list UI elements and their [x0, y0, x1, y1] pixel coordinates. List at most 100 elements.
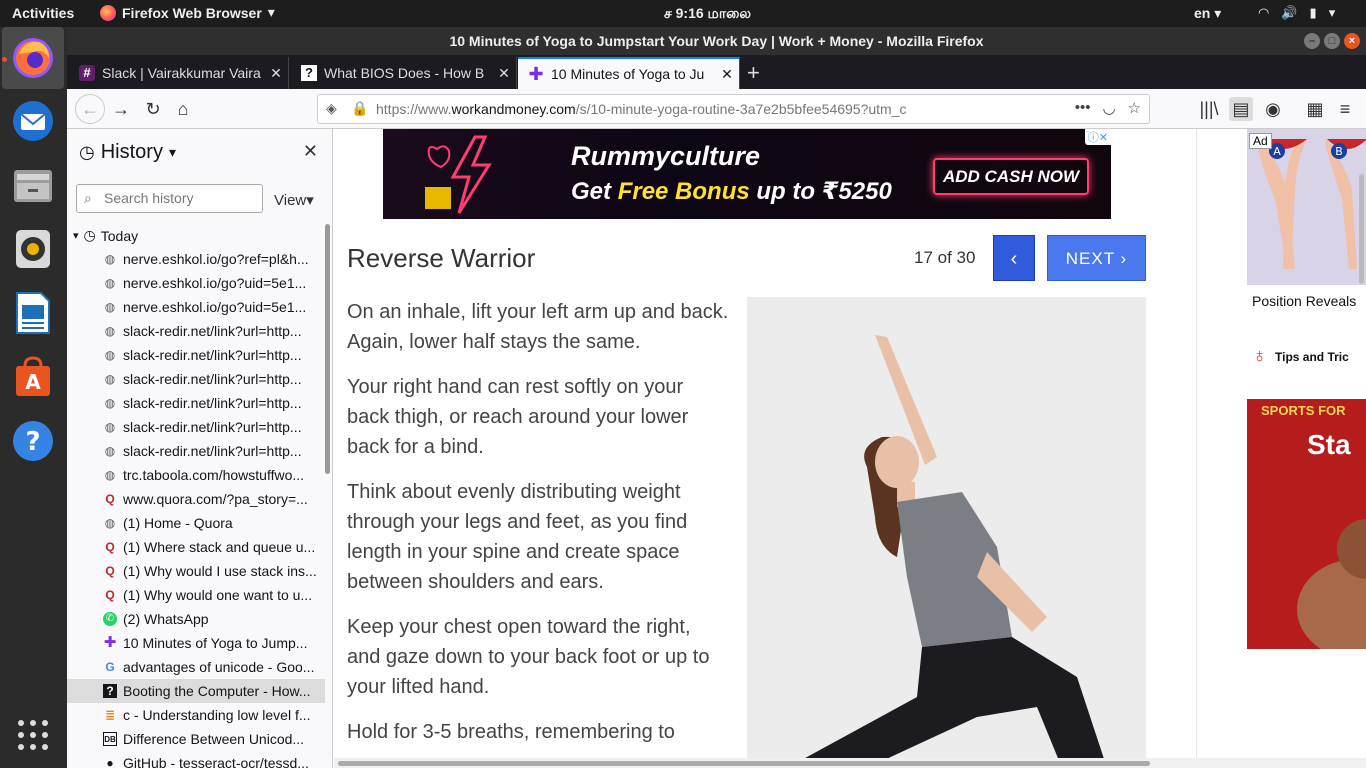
scroll-thumb[interactable]	[338, 761, 1150, 766]
globe-icon: ◍	[104, 276, 116, 290]
history-item[interactable]: ✆ (2) WhatsApp	[67, 607, 325, 631]
thunderbird-icon	[13, 101, 53, 141]
offer-highlight: Free Bonus	[617, 178, 750, 205]
lock-icon[interactable]: 🔒	[351, 100, 368, 117]
sidebar-toggle-button[interactable]: ▤	[1229, 97, 1253, 121]
app-menu[interactable]: Firefox Web Browser ▾	[100, 4, 275, 21]
library-button[interactable]: |||\	[1197, 97, 1221, 121]
close-window-button[interactable]: ×	[1344, 33, 1360, 49]
menu-button[interactable]: ≡	[1333, 97, 1357, 121]
home-button[interactable]: ⌂	[171, 97, 195, 121]
new-tab-button[interactable]: +	[747, 60, 760, 86]
tab-label: What BIOS Does - How B	[324, 65, 485, 81]
sidebar-header[interactable]: ◷ History ▾	[79, 141, 176, 164]
close-tab-icon[interactable]: ✕	[715, 66, 739, 83]
system-menu[interactable]: ◠ 🔊 ▮ ▾	[1258, 5, 1335, 21]
dock-help[interactable]: ?	[9, 417, 57, 465]
back-button[interactable]: ←	[75, 94, 105, 124]
dock-firefox[interactable]	[2, 27, 64, 89]
sidebar-scrollbar[interactable]	[325, 224, 330, 474]
search-history-input[interactable]: ⌕ Search history	[76, 184, 263, 213]
close-tab-icon[interactable]: ✕	[492, 65, 516, 82]
page-horizontal-scrollbar[interactable]	[334, 758, 1366, 768]
url-bar[interactable]: ◈ 🔒 https://www.workandmoney.com/s/10-mi…	[317, 94, 1150, 124]
dock-rhythmbox[interactable]	[9, 225, 57, 273]
history-item[interactable]: Q (1) Why would one want to u...	[67, 583, 325, 607]
sidebar-close-button[interactable]: ✕	[303, 141, 318, 162]
window-titlebar[interactable]: 10 Minutes of Yoga to Jumpstart Your Wor…	[67, 27, 1366, 55]
history-item[interactable]: ◍ slack-redir.net/link?url=http...	[67, 439, 325, 463]
slide-paragraph: Your right hand can rest softly on your …	[347, 376, 689, 458]
tab-label: 10 Minutes of Yoga to Ju	[551, 66, 705, 82]
history-item[interactable]: ◍ slack-redir.net/link?url=http...	[67, 391, 325, 415]
history-item[interactable]: DB Difference Between Unicod...	[67, 727, 325, 751]
history-item[interactable]: ● GitHub - tesseract-ocr/tessd...	[67, 751, 325, 775]
nav-bar: ← → ↻ ⌂ ◈ 🔒 https://www.workandmoney.com…	[67, 89, 1366, 129]
globe-icon: ◍	[104, 252, 116, 266]
history-item[interactable]: ◍ slack-redir.net/link?url=http...	[67, 367, 325, 391]
ad-banner[interactable]: Rummyculture Get Free Bonus up to ₹5250 …	[383, 129, 1111, 219]
history-item[interactable]: Qwww.quora.com/?pa_story=...	[67, 487, 325, 511]
google-icon: G	[105, 660, 115, 674]
history-item-label: slack-redir.net/link?url=http...	[123, 443, 302, 459]
previous-slide-button[interactable]: ‹	[993, 235, 1035, 281]
tab-slack[interactable]: # Slack | Vairakkumar Vaira ✕	[69, 57, 289, 89]
clock-icon: ◷	[83, 227, 96, 243]
language-indicator[interactable]: en ▾	[1194, 5, 1221, 22]
show-applications-button[interactable]	[9, 711, 57, 759]
history-item[interactable]: ✚ 10 Minutes of Yoga to Jump...	[67, 631, 325, 655]
history-item[interactable]: ◍ nerve.eshkol.io/go?ref=pl&h...	[67, 247, 325, 271]
page-actions-icon[interactable]: •••	[1075, 99, 1091, 117]
howstuffworks-icon: ?	[301, 65, 317, 81]
next-slide-button[interactable]: NEXT ›	[1047, 235, 1146, 281]
history-item[interactable]: ◍ trc.taboola.com/howstuffwo...	[67, 463, 325, 487]
history-item[interactable]: ≣ c - Understanding low level f...	[67, 703, 325, 727]
reload-button[interactable]: ↻	[141, 97, 165, 121]
tips-and-tricks-link[interactable]: ♁ Tips and Tric	[1252, 345, 1349, 368]
arrow-left-icon: ←	[81, 99, 99, 119]
right-sidebar-ads: A B Ad Position Reveals ♁ Tips and Tric …	[1196, 129, 1366, 768]
history-item[interactable]: ◍ slack-redir.net/link?url=http...	[67, 343, 325, 367]
maximize-button[interactable]: □	[1324, 33, 1340, 49]
history-item[interactable]: Gadvantages of unicode - Goo...	[67, 655, 325, 679]
clock[interactable]: ச 9:16 மாலை	[664, 5, 751, 24]
wifi-icon: ◠	[1258, 5, 1270, 20]
dock-software-center[interactable]: A	[9, 353, 57, 401]
extensions-button[interactable]: ▦	[1303, 97, 1327, 121]
side-ad-sports[interactable]: SPORTS FOR Sta	[1247, 399, 1366, 649]
history-item[interactable]: ◍ nerve.eshkol.io/go?uid=5e1...	[67, 271, 325, 295]
history-item[interactable]: ◍ slack-redir.net/link?url=http...	[67, 415, 325, 439]
tab-workandmoney[interactable]: ✚ 10 Minutes of Yoga to Ju ✕	[518, 57, 740, 89]
side-ad-image[interactable]: A B Ad	[1247, 129, 1366, 285]
page-vertical-scrollbar[interactable]	[1359, 174, 1364, 284]
tab-howstuffworks[interactable]: ? What BIOS Does - How B ✕	[291, 57, 517, 89]
dock-files[interactable]	[9, 161, 57, 209]
history-group-today[interactable]: ▾ ◷ Today	[73, 227, 138, 244]
history-item[interactable]: ? Booting the Computer - How...	[67, 679, 325, 703]
quora-icon: Q	[105, 564, 115, 578]
history-item[interactable]: ◍ (1) Home - Quora	[67, 511, 325, 535]
view-menu-button[interactable]: View▾	[274, 191, 314, 209]
page-content: Rummyculture Get Free Bonus up to ₹5250 …	[334, 129, 1366, 768]
history-item[interactable]: Q (1) Where stack and queue u...	[67, 535, 325, 559]
close-tab-icon[interactable]: ✕	[264, 65, 288, 82]
ad-brand: Rummyculture	[571, 141, 761, 171]
tracking-protection-icon[interactable]: ◈	[326, 100, 337, 117]
account-button[interactable]: ◉	[1261, 97, 1285, 121]
offer-prefix: Get	[571, 178, 618, 205]
globe-icon: ◍	[104, 444, 116, 458]
pocket-icon[interactable]: ◡	[1102, 99, 1115, 117]
minimize-button[interactable]: –	[1304, 33, 1320, 49]
forward-button[interactable]: →	[109, 97, 133, 121]
side-ad-caption[interactable]: Position Reveals	[1252, 293, 1356, 309]
library-icon: |||\	[1199, 99, 1219, 119]
history-item[interactable]: Q (1) Why would I use stack ins...	[67, 559, 325, 583]
adchoices-icon[interactable]: ⓘ✕	[1084, 129, 1111, 145]
dock-thunderbird[interactable]	[9, 97, 57, 145]
dock-libreoffice-writer[interactable]	[9, 289, 57, 337]
bookmark-star-icon[interactable]: ☆	[1128, 99, 1141, 117]
activities-button[interactable]: Activities	[12, 5, 74, 21]
ad-cta-button[interactable]: ADD CASH NOW	[933, 158, 1089, 195]
history-item[interactable]: ◍ slack-redir.net/link?url=http...	[67, 319, 325, 343]
history-item[interactable]: ◍ nerve.eshkol.io/go?uid=5e1...	[67, 295, 325, 319]
